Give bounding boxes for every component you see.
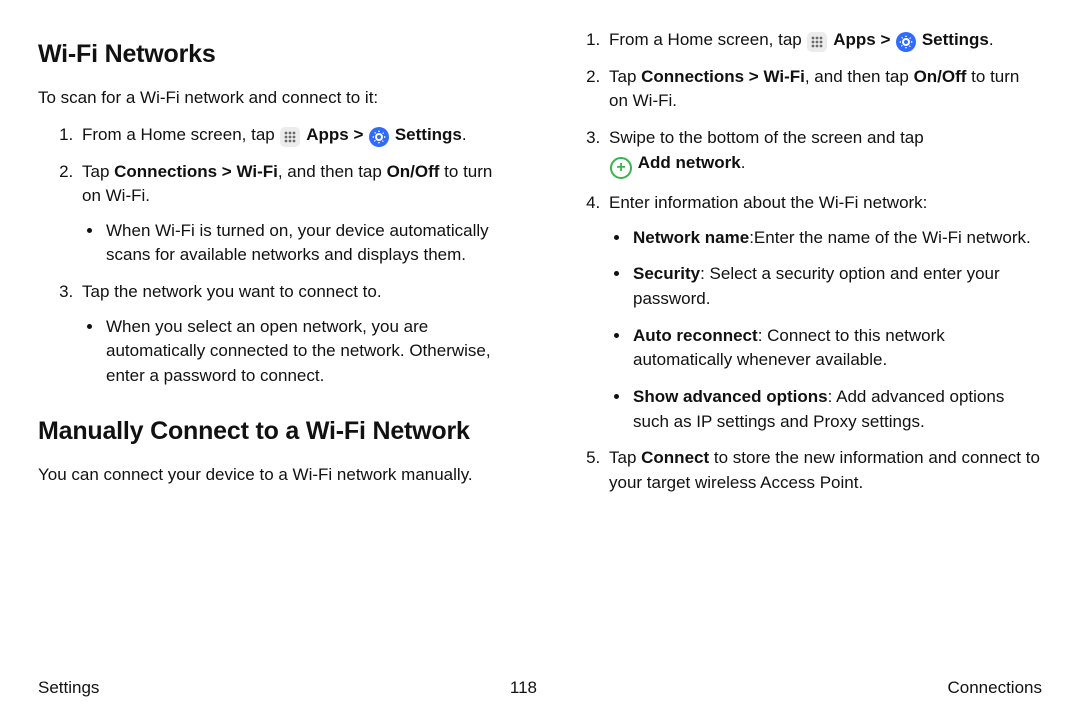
bold: Connections > Wi-Fi: [641, 67, 805, 86]
scan-steps-list: From a Home screen, tap Apps > Settings.…: [38, 123, 515, 389]
bullet-advanced-options: Show advanced options: Add advanced opti…: [631, 385, 1042, 434]
settings-label: Settings: [922, 30, 989, 49]
dot: .: [462, 125, 467, 144]
scan-step-1: From a Home screen, tap Apps > Settings.: [78, 123, 515, 148]
arrow: >: [880, 30, 895, 49]
scan-step-3: Tap the network you want to connect to. …: [78, 280, 515, 389]
text: Tap: [82, 162, 114, 181]
text: , and then tap: [278, 162, 387, 181]
intro-text: To scan for a Wi-Fi network and connect …: [38, 86, 515, 111]
arrow: >: [353, 125, 368, 144]
text: From a Home screen, tap: [609, 30, 806, 49]
add-network-label: Add network: [638, 153, 741, 172]
apps-label: Apps: [833, 30, 876, 49]
manual-step-5: Tap Connect to store the new information…: [605, 446, 1042, 495]
bullet-network-name: Network name:Enter the name of the Wi-Fi…: [631, 226, 1042, 251]
manual-step-4-sublist: Network name:Enter the name of the Wi-Fi…: [609, 226, 1042, 434]
two-column-layout: Wi-Fi Networks To scan for a Wi-Fi netwo…: [38, 28, 1042, 648]
text: Tap: [609, 67, 641, 86]
text: From a Home screen, tap: [82, 125, 279, 144]
page-footer: Settings 118 Connections: [38, 678, 1042, 698]
dot: .: [989, 30, 994, 49]
bold: Security: [633, 264, 700, 283]
apps-label: Apps: [306, 125, 349, 144]
bold: On/Off: [387, 162, 440, 181]
dot: .: [741, 153, 746, 172]
manual-steps-list: From a Home screen, tap Apps > Settings.…: [565, 28, 1042, 495]
bullet-auto-reconnect: Auto reconnect: Connect to this network …: [631, 324, 1042, 373]
text: Tap: [609, 448, 641, 467]
text: Enter information about the Wi-Fi networ…: [609, 193, 927, 212]
text: Tap the network you want to connect to.: [82, 282, 382, 301]
manual-step-3: Swipe to the bottom of the screen and ta…: [605, 126, 1042, 179]
footer-left: Settings: [38, 678, 99, 698]
bold: Connections > Wi-Fi: [114, 162, 278, 181]
footer-page-number: 118: [510, 678, 537, 698]
settings-icon: [369, 127, 389, 147]
manual-step-2: Tap Connections > Wi-Fi, and then tap On…: [605, 65, 1042, 114]
add-icon: +: [610, 157, 632, 179]
bold: Show advanced options: [633, 387, 828, 406]
heading-wifi-networks: Wi-Fi Networks: [38, 36, 515, 72]
apps-icon: [280, 127, 300, 147]
settings-label: Settings: [395, 125, 462, 144]
apps-icon: [807, 32, 827, 52]
scan-step-2-bullet: When Wi-Fi is turned on, your device aut…: [104, 219, 515, 268]
page: Wi-Fi Networks To scan for a Wi-Fi netwo…: [0, 0, 1080, 720]
scan-step-2: Tap Connections > Wi-Fi, and then tap On…: [78, 160, 515, 269]
text: , and then tap: [805, 67, 914, 86]
bold: Connect: [641, 448, 709, 467]
text: :Enter the name of the Wi-Fi network.: [749, 228, 1031, 247]
scan-step-3-bullet: When you select an open network, you are…: [104, 315, 515, 389]
bold: Network name: [633, 228, 749, 247]
bold: Auto reconnect: [633, 326, 758, 345]
manual-step-1: From a Home screen, tap Apps > Settings.: [605, 28, 1042, 53]
manual-intro-text: You can connect your device to a Wi-Fi n…: [38, 463, 515, 488]
scan-step-2-sublist: When Wi-Fi is turned on, your device aut…: [82, 219, 515, 268]
manual-step-4: Enter information about the Wi-Fi networ…: [605, 191, 1042, 434]
settings-icon: [896, 32, 916, 52]
bold: On/Off: [914, 67, 967, 86]
footer-right: Connections: [947, 678, 1042, 698]
bullet-security: Security: Select a security option and e…: [631, 262, 1042, 311]
right-column: From a Home screen, tap Apps > Settings.…: [565, 28, 1042, 648]
heading-manual-connect: Manually Connect to a Wi-Fi Network: [38, 413, 515, 449]
text: Swipe to the bottom of the screen and ta…: [609, 128, 924, 147]
scan-step-3-sublist: When you select an open network, you are…: [82, 315, 515, 389]
left-column: Wi-Fi Networks To scan for a Wi-Fi netwo…: [38, 28, 515, 648]
